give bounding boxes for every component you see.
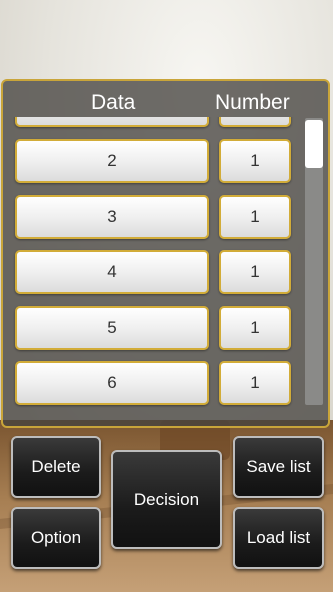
- number-cell[interactable]: 1: [219, 250, 291, 294]
- option-button[interactable]: Option: [11, 507, 101, 569]
- data-cell[interactable]: 4: [15, 250, 209, 294]
- decision-button[interactable]: Decision: [111, 450, 222, 549]
- data-list[interactable]: 2 1 3 1 4 1 5 1 6 1: [3, 117, 303, 417]
- list-item[interactable]: 4 1: [3, 250, 303, 298]
- number-cell[interactable]: [219, 117, 291, 127]
- list-panel: Data Number 2 1 3 1 4 1 5 1 6 1: [1, 79, 330, 428]
- number-cell[interactable]: 1: [219, 306, 291, 350]
- list-item[interactable]: 5 1: [3, 306, 303, 354]
- scrollbar[interactable]: [305, 118, 323, 405]
- list-item[interactable]: 6 1: [3, 361, 303, 409]
- data-cell[interactable]: [15, 117, 209, 127]
- header-data: Data: [91, 91, 136, 114]
- data-cell[interactable]: 6: [15, 361, 209, 405]
- load-list-button[interactable]: Load list: [233, 507, 324, 569]
- header-number: Number: [215, 91, 290, 114]
- scrollbar-thumb[interactable]: [305, 120, 323, 168]
- save-list-button[interactable]: Save list: [233, 436, 324, 498]
- delete-button[interactable]: Delete: [11, 436, 101, 498]
- list-item[interactable]: 2 1: [3, 139, 303, 187]
- data-cell[interactable]: 5: [15, 306, 209, 350]
- list-item[interactable]: [3, 117, 303, 131]
- number-cell[interactable]: 1: [219, 361, 291, 405]
- number-cell[interactable]: 1: [219, 195, 291, 239]
- number-cell[interactable]: 1: [219, 139, 291, 183]
- data-cell[interactable]: 2: [15, 139, 209, 183]
- data-cell[interactable]: 3: [15, 195, 209, 239]
- list-item[interactable]: 3 1: [3, 195, 303, 243]
